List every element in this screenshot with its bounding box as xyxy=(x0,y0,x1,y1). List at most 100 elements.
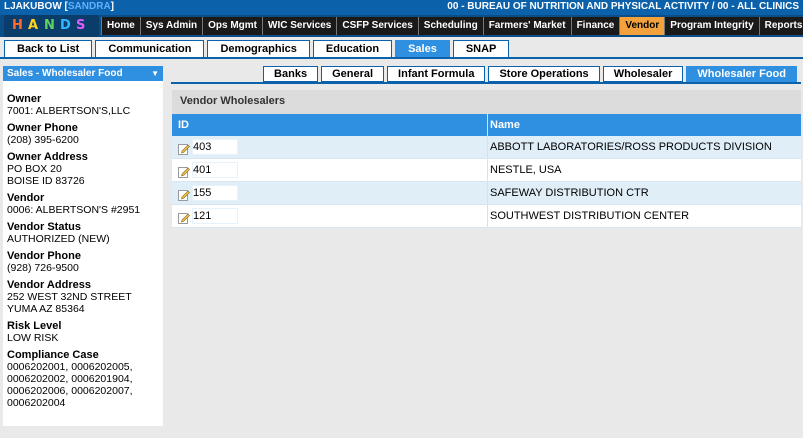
panel-title: Vendor Wholesalers xyxy=(172,90,801,114)
nav-items: Home Sys Admin Ops Mgmt WIC Services CSFP Se… xyxy=(101,17,803,35)
cell-id: 401 xyxy=(172,159,487,181)
subtab-infant-formula[interactable]: Infant Formula xyxy=(387,66,486,82)
field-value: 0006202001, 0006202005, xyxy=(7,361,133,373)
field-value: (208) 395-6200 xyxy=(7,134,79,146)
user-info: LJAKUBOW [SANDRA] xyxy=(4,1,114,12)
nav-ops-mgmt[interactable]: Ops Mgmt xyxy=(202,17,262,35)
column-header-name[interactable]: Name xyxy=(487,114,801,136)
vendor-fields: Owner 7001: ALBERTSON'S,LLC Owner Phone (20… xyxy=(7,93,163,414)
field-compliance-case: Compliance Case 0006202001, 0006202005, 00… xyxy=(7,349,163,409)
edit-icon[interactable] xyxy=(178,141,190,155)
field-value: 7001: ALBERTSON'S,LLC xyxy=(7,105,131,117)
column-header-id[interactable]: ID xyxy=(172,114,487,136)
hands-logo: HANDS xyxy=(4,15,99,37)
field-value: (928) 726-9500 xyxy=(7,262,79,274)
field-label: Vendor Status xyxy=(7,221,81,233)
field-value: YUMA AZ 85364 xyxy=(7,303,85,315)
table-row[interactable]: 155 SAFEWAY DISTRIBUTION CTR xyxy=(172,182,801,205)
sales-subtabs: Banks General Infant Formula Store Operatio… xyxy=(263,66,797,82)
nav-sys-admin[interactable]: Sys Admin xyxy=(139,17,203,35)
vendor-wholesalers-panel: Vendor Wholesalers ID Name 403 ABBOTT LAB… xyxy=(172,90,801,230)
wholesaler-id[interactable]: 155 xyxy=(192,185,239,201)
main-nav: HANDS Home Sys Admin Ops Mgmt WIC Services C… xyxy=(0,15,803,37)
field-value: BOISE ID 83726 xyxy=(7,175,85,187)
nav-reports[interactable]: Reports xyxy=(758,17,803,35)
field-label: Vendor xyxy=(7,192,45,204)
cell-id: 121 xyxy=(172,205,487,227)
tab-education[interactable]: Education xyxy=(312,40,393,58)
logo-letter: N xyxy=(44,18,55,33)
title-bar: LJAKUBOW [SANDRA] 00 - BUREAU OF NUTRITI… xyxy=(0,0,803,15)
field-risk-level: Risk Level LOW RISK xyxy=(7,320,163,344)
subtab-store-operations[interactable]: Store Operations xyxy=(488,66,600,82)
field-vendor-status: Vendor Status AUTHORIZED (NEW) xyxy=(7,221,163,245)
field-vendor-phone: Vendor Phone (928) 726-9500 xyxy=(7,250,163,274)
section-select[interactable]: Sales - Wholesaler Food ▼ xyxy=(3,66,163,81)
tab-sales[interactable]: Sales xyxy=(395,40,450,58)
nav-wic-services[interactable]: WIC Services xyxy=(262,17,337,35)
field-label: Owner Address xyxy=(7,151,88,163)
nav-farmers-market[interactable]: Farmers' Market xyxy=(482,17,571,35)
grid-body: 403 ABBOTT LABORATORIES/ROSS PRODUCTS DIV… xyxy=(172,136,801,228)
field-value: 0006202002, 0006201904, xyxy=(7,373,133,385)
user-role: SANDRA xyxy=(67,1,111,12)
logo-letter: D xyxy=(60,18,71,33)
field-value: AUTHORIZED (NEW) xyxy=(7,233,110,245)
record-tabs: Back to List Communication Demographics Ed… xyxy=(4,40,510,58)
wholesaler-id[interactable]: 121 xyxy=(192,208,239,224)
nav-home[interactable]: Home xyxy=(101,17,140,35)
field-owner-phone: Owner Phone (208) 395-6200 xyxy=(7,122,163,146)
wholesaler-name: SOUTHWEST DISTRIBUTION CENTER xyxy=(487,205,801,227)
logo-letter: A xyxy=(28,18,39,33)
field-value: 0006202006, 0006202007, xyxy=(7,385,133,397)
logo-letter: H xyxy=(12,18,23,33)
field-label: Vendor Phone xyxy=(7,250,81,262)
edit-icon[interactable] xyxy=(178,187,190,201)
field-label: Owner xyxy=(7,93,42,105)
nav-scheduling[interactable]: Scheduling xyxy=(417,17,483,35)
field-label: Compliance Case xyxy=(7,349,99,361)
back-to-list-button[interactable]: Back to List xyxy=(4,40,93,58)
field-label: Risk Level xyxy=(7,320,62,332)
tab-demographics[interactable]: Demographics xyxy=(207,40,310,58)
tab-divider xyxy=(0,57,803,59)
nav-finance[interactable]: Finance xyxy=(570,17,620,35)
field-value: 0006: ALBERTSON'S #2951 xyxy=(7,204,141,216)
username: LJAKUBOW [ xyxy=(4,1,68,12)
subtab-wholesaler-food[interactable]: Wholesaler Food xyxy=(686,66,797,82)
table-row[interactable]: 401 NESTLE, USA xyxy=(172,159,801,182)
field-vendor-address: Vendor Address 252 WEST 32ND STREET YUMA A… xyxy=(7,279,163,315)
table-row[interactable]: 121 SOUTHWEST DISTRIBUTION CENTER xyxy=(172,205,801,228)
cell-id: 155 xyxy=(172,182,487,204)
nav-program-integrity[interactable]: Program Integrity xyxy=(664,17,759,35)
nav-vendor[interactable]: Vendor xyxy=(619,17,665,35)
edit-icon[interactable] xyxy=(178,210,190,224)
wholesaler-id[interactable]: 403 xyxy=(192,139,239,155)
user-end: ] xyxy=(110,1,115,12)
wholesaler-name: SAFEWAY DISTRIBUTION CTR xyxy=(487,182,801,204)
subtab-wholesaler[interactable]: Wholesaler xyxy=(602,66,684,82)
tab-snap[interactable]: SNAP xyxy=(452,40,510,58)
subtab-banks[interactable]: Banks xyxy=(263,66,319,82)
field-value: 0006202004 xyxy=(7,397,66,409)
field-vendor: Vendor 0006: ALBERTSON'S #2951 xyxy=(7,192,163,216)
field-label: Vendor Address xyxy=(7,279,91,291)
edit-icon[interactable] xyxy=(178,164,190,178)
wholesaler-id[interactable]: 401 xyxy=(192,162,239,178)
agency-clinic: 00 - BUREAU OF NUTRITION AND PHYSICAL AC… xyxy=(447,1,799,12)
table-row[interactable]: 403 ABBOTT LABORATORIES/ROSS PRODUCTS DIV… xyxy=(172,136,801,159)
subtab-general[interactable]: General xyxy=(321,66,385,82)
field-owner-address: Owner Address PO BOX 20 BOISE ID 83726 xyxy=(7,151,163,187)
chevron-down-icon: ▼ xyxy=(151,69,159,78)
grid-header: ID Name xyxy=(172,114,801,136)
tab-communication[interactable]: Communication xyxy=(95,40,205,58)
field-value: LOW RISK xyxy=(7,332,59,344)
logo-letter: S xyxy=(76,18,86,33)
field-value: PO BOX 20 xyxy=(7,163,62,175)
cell-id: 403 xyxy=(172,136,487,158)
wholesaler-name: NESTLE, USA xyxy=(487,159,801,181)
field-owner: Owner 7001: ALBERTSON'S,LLC xyxy=(7,93,163,117)
nav-csfp-services[interactable]: CSFP Services xyxy=(336,17,418,35)
field-label: Owner Phone xyxy=(7,122,78,134)
wholesaler-name: ABBOTT LABORATORIES/ROSS PRODUCTS DIVISI… xyxy=(487,136,801,158)
